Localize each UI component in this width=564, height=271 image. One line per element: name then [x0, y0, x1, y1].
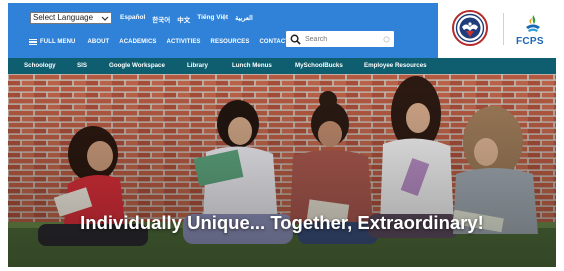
nav-academics[interactable]: ACADEMICS [119, 39, 156, 45]
secondary-nav-library[interactable]: Library [187, 62, 208, 69]
main-nav: FULL MENU ABOUT ACADEMICS ACTIVITIES RES… [29, 36, 299, 48]
search-input[interactable] [305, 35, 381, 43]
hero-photo-reading-children [8, 74, 556, 267]
secondary-nav-employee-resources[interactable]: Employee Resources [364, 62, 427, 69]
search-clear-icon[interactable] [383, 36, 390, 43]
language-select[interactable]: Select Language [30, 12, 112, 24]
language-select-value: Select Language [33, 13, 94, 22]
language-link-korean[interactable]: 한국어 [152, 14, 170, 24]
nav-activities[interactable]: ACTIVITIES [167, 39, 201, 45]
language-link-spanish[interactable]: Español [120, 14, 145, 24]
fcps-logo-text: FCPS [516, 36, 544, 47]
secondary-nav: Schoology SIS Google Workspace Library L… [8, 58, 556, 74]
full-menu-button[interactable]: FULL MENU [40, 39, 75, 45]
nav-about[interactable]: ABOUT [87, 39, 109, 45]
secondary-nav-sis[interactable]: SIS [77, 62, 87, 69]
chevron-down-icon [101, 16, 109, 21]
language-link-arabic[interactable]: العربية [235, 14, 253, 24]
site-header: Select Language Español 한국어 中文 Tiếng Việ… [8, 3, 556, 58]
language-link-vietnamese[interactable]: Tiếng Việt [197, 14, 228, 24]
secondary-nav-schoology[interactable]: Schoology [24, 62, 56, 69]
language-link-chinese[interactable]: 中文 [177, 14, 190, 24]
hamburger-menu-icon[interactable] [29, 38, 37, 46]
secondary-nav-google-workspace[interactable]: Google Workspace [109, 62, 165, 69]
school-seal-logo[interactable] [452, 10, 488, 46]
language-links: Español 한국어 中文 Tiếng Việt العربية [120, 14, 253, 24]
hero-caption: Individually Unique... Together, Extraor… [80, 212, 484, 233]
nav-resources[interactable]: RESOURCES [211, 39, 250, 45]
hero-banner: Individually Unique... Together, Extraor… [8, 74, 556, 267]
logo-divider [503, 13, 504, 45]
nav-contact[interactable]: CONTACT [259, 39, 289, 45]
secondary-nav-lunch-menus[interactable]: Lunch Menus [232, 62, 272, 69]
search-bar [286, 31, 394, 47]
search-icon[interactable] [290, 34, 301, 45]
secondary-nav-myschoolbucks[interactable]: MySchoolBucks [295, 62, 343, 69]
